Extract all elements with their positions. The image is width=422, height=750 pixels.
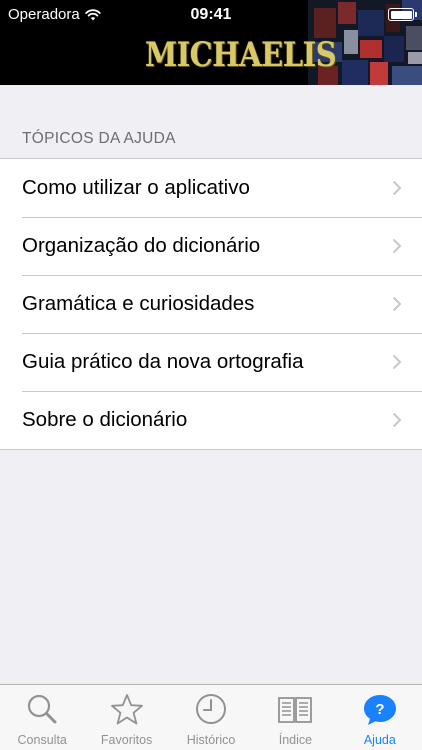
status-bar: Operadora 09:41	[0, 0, 422, 30]
tab-consulta[interactable]: Consulta	[0, 685, 84, 750]
section-title: TÓPICOS DA AJUDA	[22, 130, 176, 147]
tab-favoritos[interactable]: Favoritos	[84, 685, 168, 750]
search-icon	[28, 694, 57, 724]
app-logo: MICHAELIS	[145, 35, 337, 75]
help-topic-organization[interactable]: Organização do dicionário	[0, 217, 422, 275]
star-icon	[110, 694, 143, 725]
help-topic-label: Organização do dicionário	[22, 234, 261, 257]
tab-label: Histórico	[186, 733, 236, 747]
tab-label: Índice	[278, 733, 313, 747]
help-topic-about[interactable]: Sobre o dicionário	[0, 391, 422, 449]
help-topic-label: Sobre o dicionário	[22, 408, 188, 431]
tab-label: Favoritos	[100, 733, 153, 747]
tab-label: Ajuda	[363, 733, 396, 747]
tab-bar: Consulta Favoritos Histórico Índice ? Aj…	[0, 684, 422, 750]
tab-indice[interactable]: Índice	[253, 685, 337, 750]
chevron-right-icon	[392, 238, 402, 254]
svg-text:?: ?	[375, 701, 384, 718]
chevron-right-icon	[392, 180, 402, 196]
status-time: 09:41	[190, 6, 232, 23]
help-topic-label: Gramática e curiosidades	[22, 292, 255, 315]
help-topic-label: Guia prático da nova ortografia	[22, 350, 304, 373]
help-icon: ?	[363, 695, 396, 725]
book-icon	[278, 697, 313, 723]
help-topic-orthography-guide[interactable]: Guia prático da nova ortografia	[0, 333, 422, 391]
chevron-right-icon	[392, 296, 402, 312]
tab-historico[interactable]: Histórico	[169, 685, 253, 750]
chevron-right-icon	[392, 354, 402, 370]
tab-ajuda[interactable]: ? Ajuda	[338, 685, 422, 750]
help-topic-grammar[interactable]: Gramática e curiosidades	[0, 275, 422, 333]
app-header: Operadora 09:41 MICHAELIS	[0, 0, 422, 85]
battery-icon	[388, 8, 417, 21]
chevron-right-icon	[392, 412, 402, 428]
help-topic-how-to-use[interactable]: Como utilizar o aplicativo	[0, 159, 422, 217]
tab-label: Consulta	[17, 733, 67, 747]
help-topics-list: Como utilizar o aplicativo Organização d…	[0, 158, 422, 450]
help-topic-label: Como utilizar o aplicativo	[22, 176, 250, 199]
clock-icon	[196, 694, 227, 724]
